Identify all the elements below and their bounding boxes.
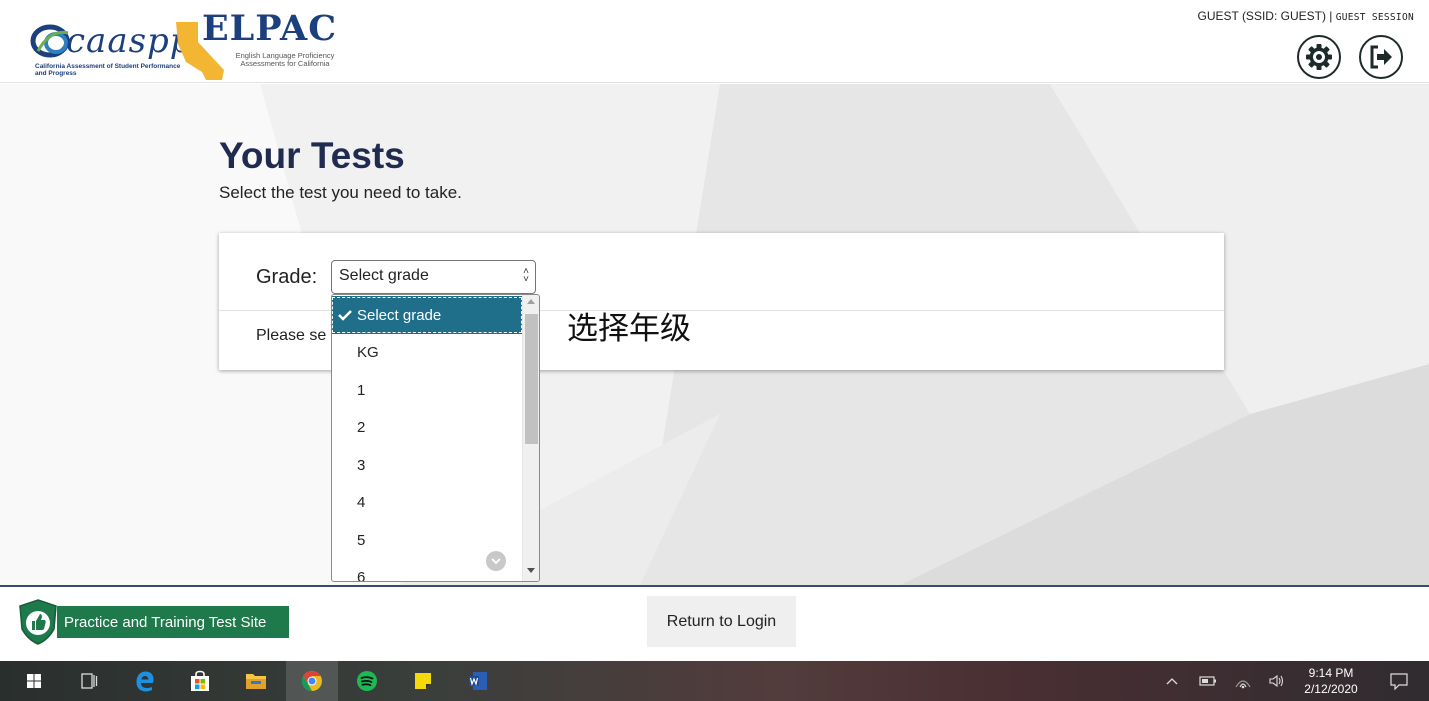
thumbs-up-shield-icon (19, 599, 57, 645)
logout-icon (1370, 45, 1392, 69)
logout-button[interactable] (1359, 35, 1403, 79)
elpac-logo-text: ELPAC (202, 8, 338, 49)
chevron-up-icon[interactable] (1165, 675, 1179, 687)
grade-label: Grade: (256, 266, 318, 288)
elpac-logo[interactable]: ELPAC English Language Proficiency Asses… (172, 8, 362, 84)
option-label: 1 (357, 382, 366, 399)
footer: Practice and Training Test Site Return t… (0, 587, 1429, 661)
session-label: GUEST SESSION (1335, 12, 1414, 23)
grade-select-value: Select grade (339, 267, 429, 284)
notification-center-icon[interactable] (1389, 672, 1409, 690)
please-select-text: Please se (256, 327, 327, 344)
page-title: Your Tests (219, 135, 405, 176)
dropdown-scrollbar[interactable] (522, 295, 539, 581)
windows-taskbar: 9:14 PM 2/12/2020 (0, 661, 1429, 701)
gear-icon (1306, 44, 1332, 70)
caaspp-subtitle: California Assessment of Student Perform… (35, 63, 181, 77)
grade-option-kg[interactable]: KG (332, 334, 522, 372)
user-label: GUEST (SSID: GUEST) | (1197, 9, 1336, 23)
clock-date: 2/12/2020 (1304, 682, 1358, 696)
practice-site-badge: Practice and Training Test Site (57, 606, 289, 638)
chevron-down-icon (491, 558, 501, 565)
scroll-down-arrow-icon[interactable] (527, 568, 535, 573)
edge-icon[interactable] (133, 669, 157, 693)
return-to-login-button[interactable]: Return to Login (647, 596, 796, 647)
elpac-subtitle: English Language Proficiency Assessments… (235, 51, 335, 68)
option-label: Select grade (357, 307, 442, 324)
word-icon[interactable] (466, 669, 490, 693)
store-icon[interactable] (188, 669, 212, 693)
grade-select[interactable]: Select grade ˄ ˅ (331, 260, 536, 294)
spotify-icon[interactable] (355, 669, 379, 693)
option-label: KG (357, 344, 379, 361)
header: caaspp California Assessment of Student … (0, 6, 1429, 83)
page-subtitle: Select the test you need to take. (219, 183, 462, 202)
settings-button[interactable] (1297, 35, 1341, 79)
volume-icon[interactable] (1268, 673, 1286, 689)
annotation-text: 选择年级 (567, 311, 691, 347)
select-arrows-icon: ˄ ˅ (523, 266, 529, 285)
scrollbar-thumb[interactable] (525, 314, 538, 444)
clock-time: 9:14 PM (1308, 666, 1354, 680)
caaspp-logo[interactable]: caaspp California Assessment of Student … (30, 13, 192, 81)
grade-dropdown-list[interactable]: Select grade KG 1 2 3 4 5 6 (331, 294, 540, 582)
windows-start-icon[interactable] (22, 669, 46, 693)
option-label: 4 (357, 494, 366, 511)
wifi-icon[interactable] (1234, 673, 1252, 689)
option-label: 5 (357, 532, 366, 549)
option-label: 2 (357, 419, 366, 436)
grade-option-select-grade[interactable]: Select grade (332, 296, 523, 334)
sticky-notes-icon[interactable] (411, 669, 435, 693)
taskbar-clock[interactable]: 9:14 PM 2/12/2020 (1300, 665, 1362, 697)
grade-option-4[interactable]: 4 (332, 484, 522, 522)
grade-option-2[interactable]: 2 (332, 409, 522, 447)
checkmark-icon (338, 310, 352, 321)
battery-icon[interactable] (1199, 674, 1217, 688)
chrome-icon[interactable] (300, 669, 324, 693)
file-explorer-icon[interactable] (244, 669, 268, 693)
scroll-more-icon[interactable] (486, 551, 506, 571)
option-label: 3 (357, 457, 366, 474)
user-info: GUEST (SSID: GUEST) | GUEST SESSION (1197, 9, 1414, 23)
task-view-icon[interactable] (77, 669, 101, 693)
scroll-up-arrow-icon[interactable] (527, 299, 535, 304)
option-label: 6 (357, 569, 366, 582)
grade-option-3[interactable]: 3 (332, 447, 522, 485)
grade-option-1[interactable]: 1 (332, 372, 522, 410)
